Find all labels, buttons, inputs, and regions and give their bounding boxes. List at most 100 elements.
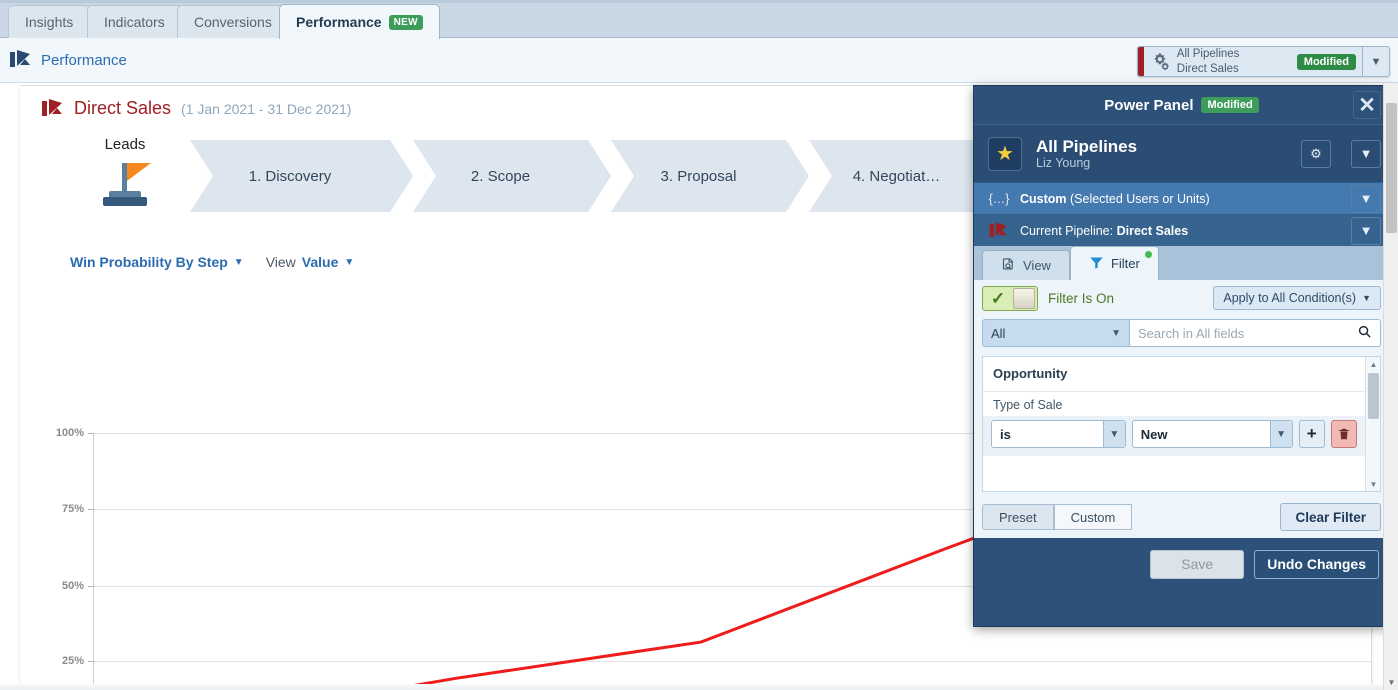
power-panel-footer: Save Undo Changes (974, 538, 1389, 590)
funnel-step-label: 3. Proposal (661, 168, 737, 185)
search-icon[interactable] (1357, 324, 1372, 342)
card-date-range: (1 Jan 2021 - 31 Dec 2021) (181, 101, 351, 117)
new-badge: NEW (389, 15, 423, 30)
filter-state-label: Filter Is On (1048, 291, 1114, 306)
scroll-up-icon[interactable]: ▲ (1366, 357, 1381, 371)
funnel-step-scope[interactable]: 2. Scope (413, 140, 588, 212)
chevron-down-icon[interactable]: ▼ (1351, 140, 1381, 168)
page-scrollbar[interactable]: ▼ (1383, 83, 1398, 690)
modified-badge: Modified (1297, 54, 1356, 70)
plus-icon[interactable]: + (1299, 420, 1325, 448)
chevron-down-icon: ▼ (1111, 328, 1121, 339)
pipeline-selector[interactable]: All Pipelines Direct Sales Modified ▼ (1137, 46, 1390, 77)
breadcrumb-label[interactable]: Performance (41, 52, 127, 69)
funnel-step-label: 1. Discovery (249, 168, 332, 185)
undo-changes-button[interactable]: Undo Changes (1254, 550, 1379, 579)
trash-icon[interactable] (1331, 420, 1357, 448)
braces-icon: {…} (988, 192, 1010, 206)
metric-selector-label: Win Probability By Step (70, 254, 228, 270)
panel-tab-filter[interactable]: Filter (1070, 246, 1159, 280)
power-panel-row-pipeline[interactable]: Current Pipeline: Direct Sales ▼ (974, 214, 1389, 246)
clear-filter-button[interactable]: Clear Filter (1280, 503, 1381, 531)
condition-group-name: Opportunity (993, 366, 1067, 381)
condition-operator-select[interactable]: is ▼ (991, 420, 1126, 448)
tab-indicators[interactable]: Indicators (87, 5, 182, 38)
scroll-down-icon[interactable]: ▼ (1384, 675, 1398, 690)
filter-conditions-area: Opportunity Type of Sale is ▼ New ▼ (982, 356, 1381, 492)
panel-tab-view[interactable]: View (982, 250, 1070, 280)
tab-label: Indicators (104, 14, 165, 30)
panel-tab-label: View (1023, 258, 1051, 273)
pipeline-icon (990, 222, 1009, 239)
power-panel-row-custom[interactable]: {…} Custom (Selected Users or Units) ▼ (974, 182, 1389, 214)
panel-tab-strip: View Filter (974, 246, 1389, 280)
check-icon: ✓ (983, 290, 1013, 307)
search-input[interactable] (1138, 326, 1357, 341)
gears-icon (1144, 47, 1177, 76)
document-search-icon (1001, 257, 1016, 275)
app-root: Insights Indicators Conversions Performa… (0, 0, 1398, 690)
close-icon[interactable]: ✕ (1353, 91, 1381, 119)
filter-bottom-bar: Preset Custom Clear Filter (982, 502, 1381, 532)
chevron-down-icon: ▼ (1270, 421, 1292, 447)
star-icon[interactable]: ★ (988, 137, 1022, 171)
field-scope-value: All (991, 326, 1005, 341)
tab-label: Performance (296, 14, 382, 30)
condition-row: is ▼ New ▼ + (983, 416, 1365, 456)
power-panel-row-custom-text: Custom (Selected Users or Units) (1020, 192, 1335, 206)
tab-performance[interactable]: Performance NEW (279, 4, 440, 39)
scroll-down-icon[interactable]: ▼ (1366, 477, 1381, 491)
save-button[interactable]: Save (1150, 550, 1244, 579)
tab-insights[interactable]: Insights (8, 5, 90, 38)
chevron-down-icon: ▼ (1362, 293, 1371, 303)
condition-value-select[interactable]: New ▼ (1132, 420, 1293, 448)
funnel-step-negotiating[interactable]: 4. Negotiat… (809, 140, 984, 212)
conditions-scrollbar[interactable]: ▲ ▼ (1365, 357, 1380, 491)
apply-to-conditions-button[interactable]: Apply to All Condition(s) ▼ (1213, 286, 1381, 310)
filter-toggle[interactable]: ✓ (982, 286, 1038, 311)
y-tick-label: 100% (56, 427, 84, 439)
tab-label: Conversions (194, 14, 272, 30)
chevron-down-icon[interactable]: ▼ (1362, 47, 1389, 76)
view-selector[interactable]: View Value ▼ (266, 254, 355, 270)
scrollbar-thumb[interactable] (1368, 373, 1379, 419)
condition-field-label: Type of Sale (983, 391, 1365, 416)
funnel-step-proposal[interactable]: 3. Proposal (611, 140, 786, 212)
scrollbar-thumb[interactable] (1386, 103, 1397, 233)
current-pipeline-value: Direct Sales (1117, 224, 1189, 238)
power-panel-identity-text: All Pipelines Liz Young (1036, 137, 1281, 171)
field-scope-select[interactable]: All ▼ (982, 319, 1130, 347)
power-panel-name: All Pipelines (1036, 137, 1281, 157)
filter-tab-body: ✓ Filter Is On Apply to All Condition(s)… (974, 280, 1389, 538)
filter-conditions-list: Opportunity Type of Sale is ▼ New ▼ (983, 357, 1365, 491)
chevron-down-icon[interactable]: ▼ (1351, 217, 1381, 245)
card-title: Direct Sales (74, 98, 171, 119)
power-panel: Power Panel Modified ✕ ★ All Pipelines L… (973, 85, 1390, 627)
pipeline-selector-line2: Direct Sales (1177, 62, 1289, 76)
condition-value: New (1141, 427, 1168, 442)
y-tick-label: 75% (62, 503, 84, 515)
custom-label: Custom (1020, 192, 1067, 206)
chevron-down-icon[interactable]: ▼ (1351, 185, 1381, 213)
leads-block: Leads (75, 136, 175, 211)
current-pipeline-label: Current Pipeline: (1020, 224, 1117, 238)
pipeline-selector-line1: All Pipelines (1177, 47, 1289, 61)
custom-button[interactable]: Custom (1054, 504, 1133, 530)
modified-badge: Modified (1201, 97, 1258, 113)
metric-selector[interactable]: Win Probability By Step ▼ (70, 254, 244, 270)
preset-button[interactable]: Preset (982, 504, 1054, 530)
card-header: Direct Sales (1 Jan 2021 - 31 Dec 2021) (20, 86, 351, 131)
y-tick-label: 50% (62, 580, 84, 592)
gear-icon[interactable]: ⚙ (1301, 140, 1331, 168)
filter-search-row: All ▼ (982, 318, 1381, 348)
tab-conversions[interactable]: Conversions (177, 5, 289, 38)
power-panel-row-pipeline-text: Current Pipeline: Direct Sales (1020, 224, 1335, 238)
condition-block: Type of Sale is ▼ New ▼ + (983, 391, 1365, 456)
toggle-knob (1013, 288, 1035, 309)
filter-search-box[interactable] (1130, 319, 1381, 347)
chart-controls: Win Probability By Step ▼ View Value ▼ (70, 254, 354, 270)
power-panel-title: Power Panel (1104, 97, 1193, 114)
tab-label: Insights (25, 14, 73, 30)
power-panel-identity: ★ All Pipelines Liz Young ⚙ ▼ (974, 124, 1389, 182)
funnel-step-discovery[interactable]: 1. Discovery (190, 140, 390, 212)
